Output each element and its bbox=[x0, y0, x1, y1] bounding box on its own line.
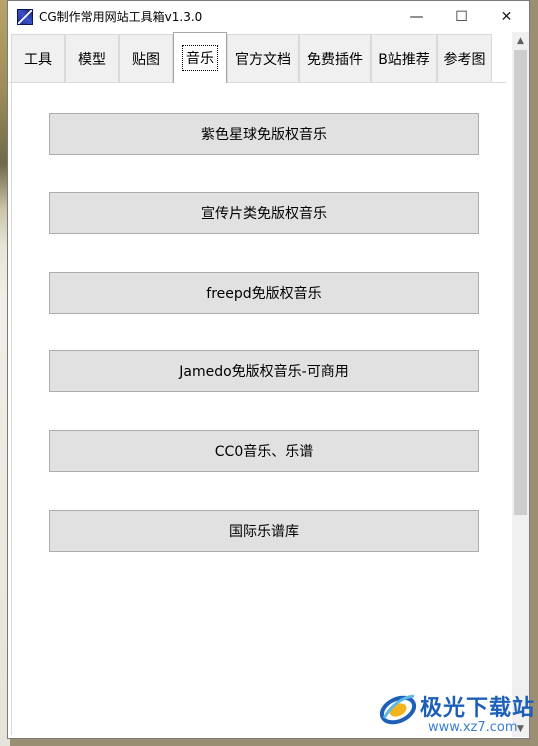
vertical-scrollbar[interactable]: ▲ ▼ bbox=[512, 32, 529, 737]
tab-label: 音乐 bbox=[182, 45, 218, 71]
close-button[interactable]: ✕ bbox=[484, 1, 529, 32]
scroll-up-icon[interactable]: ▲ bbox=[512, 32, 529, 49]
tab-label: 官方文档 bbox=[235, 51, 291, 68]
tab-label: 参考图 bbox=[443, 51, 486, 68]
tab-label: B站推荐 bbox=[378, 51, 430, 68]
site-watermark: 极光下载站 www.xz7.com bbox=[376, 686, 536, 742]
maximize-icon: ☐ bbox=[455, 8, 468, 25]
tab-models[interactable]: 模型 bbox=[65, 34, 119, 82]
tab-bar: 工具 模型 贴图 音乐 官方文档 免费插件 B站推荐 参考图 bbox=[9, 32, 506, 83]
app-window: CG制作常用网站工具箱v1.3.0 — ☐ ✕ 工具 模型 贴图 音乐 官方文档… bbox=[7, 0, 530, 739]
window-title: CG制作常用网站工具箱v1.3.0 bbox=[39, 10, 203, 24]
tab-label: 贴图 bbox=[132, 51, 160, 68]
tab-bilibili-picks[interactable]: B站推荐 bbox=[371, 34, 437, 82]
tab-music[interactable]: 音乐 bbox=[173, 32, 227, 83]
watermark-url: www.xz7.com bbox=[428, 720, 518, 735]
client-area: 工具 模型 贴图 音乐 官方文档 免费插件 B站推荐 参考图 紫色星球免版权音乐… bbox=[9, 32, 529, 737]
jamendo-music-button[interactable]: Jamedo免版权音乐-可商用 bbox=[49, 350, 479, 392]
music-panel: 紫色星球免版权音乐 宣传片类免版权音乐 freepd免版权音乐 Jamedo免版… bbox=[11, 83, 506, 735]
close-icon: ✕ bbox=[500, 8, 513, 25]
international-sheet-music-button[interactable]: 国际乐谱库 bbox=[49, 510, 479, 552]
tab-textures[interactable]: 贴图 bbox=[119, 34, 173, 82]
title-bar: CG制作常用网站工具箱v1.3.0 — ☐ ✕ bbox=[8, 1, 529, 32]
promo-video-music-button[interactable]: 宣传片类免版权音乐 bbox=[49, 192, 479, 234]
tab-label: 免费插件 bbox=[307, 51, 363, 68]
tab-official-docs[interactable]: 官方文档 bbox=[227, 34, 299, 82]
purple-planet-music-button[interactable]: 紫色星球免版权音乐 bbox=[49, 113, 479, 155]
tab-label: 工具 bbox=[24, 51, 52, 68]
freepd-music-button[interactable]: freepd免版权音乐 bbox=[49, 272, 479, 314]
app-icon bbox=[17, 8, 33, 25]
maximize-button[interactable]: ☐ bbox=[439, 1, 484, 32]
tab-tools[interactable]: 工具 bbox=[11, 34, 65, 82]
minimize-icon: — bbox=[409, 8, 424, 25]
aurora-logo-icon bbox=[379, 694, 417, 725]
cc0-music-sheets-button[interactable]: CC0音乐、乐谱 bbox=[49, 430, 479, 472]
tab-free-plugins[interactable]: 免费插件 bbox=[299, 34, 371, 82]
tab-reference-images[interactable]: 参考图 bbox=[437, 34, 492, 82]
watermark-brand: 极光下载站 bbox=[420, 696, 536, 721]
scrollbar-thumb[interactable] bbox=[514, 50, 527, 515]
tab-label: 模型 bbox=[78, 51, 106, 68]
minimize-button[interactable]: — bbox=[394, 1, 439, 32]
